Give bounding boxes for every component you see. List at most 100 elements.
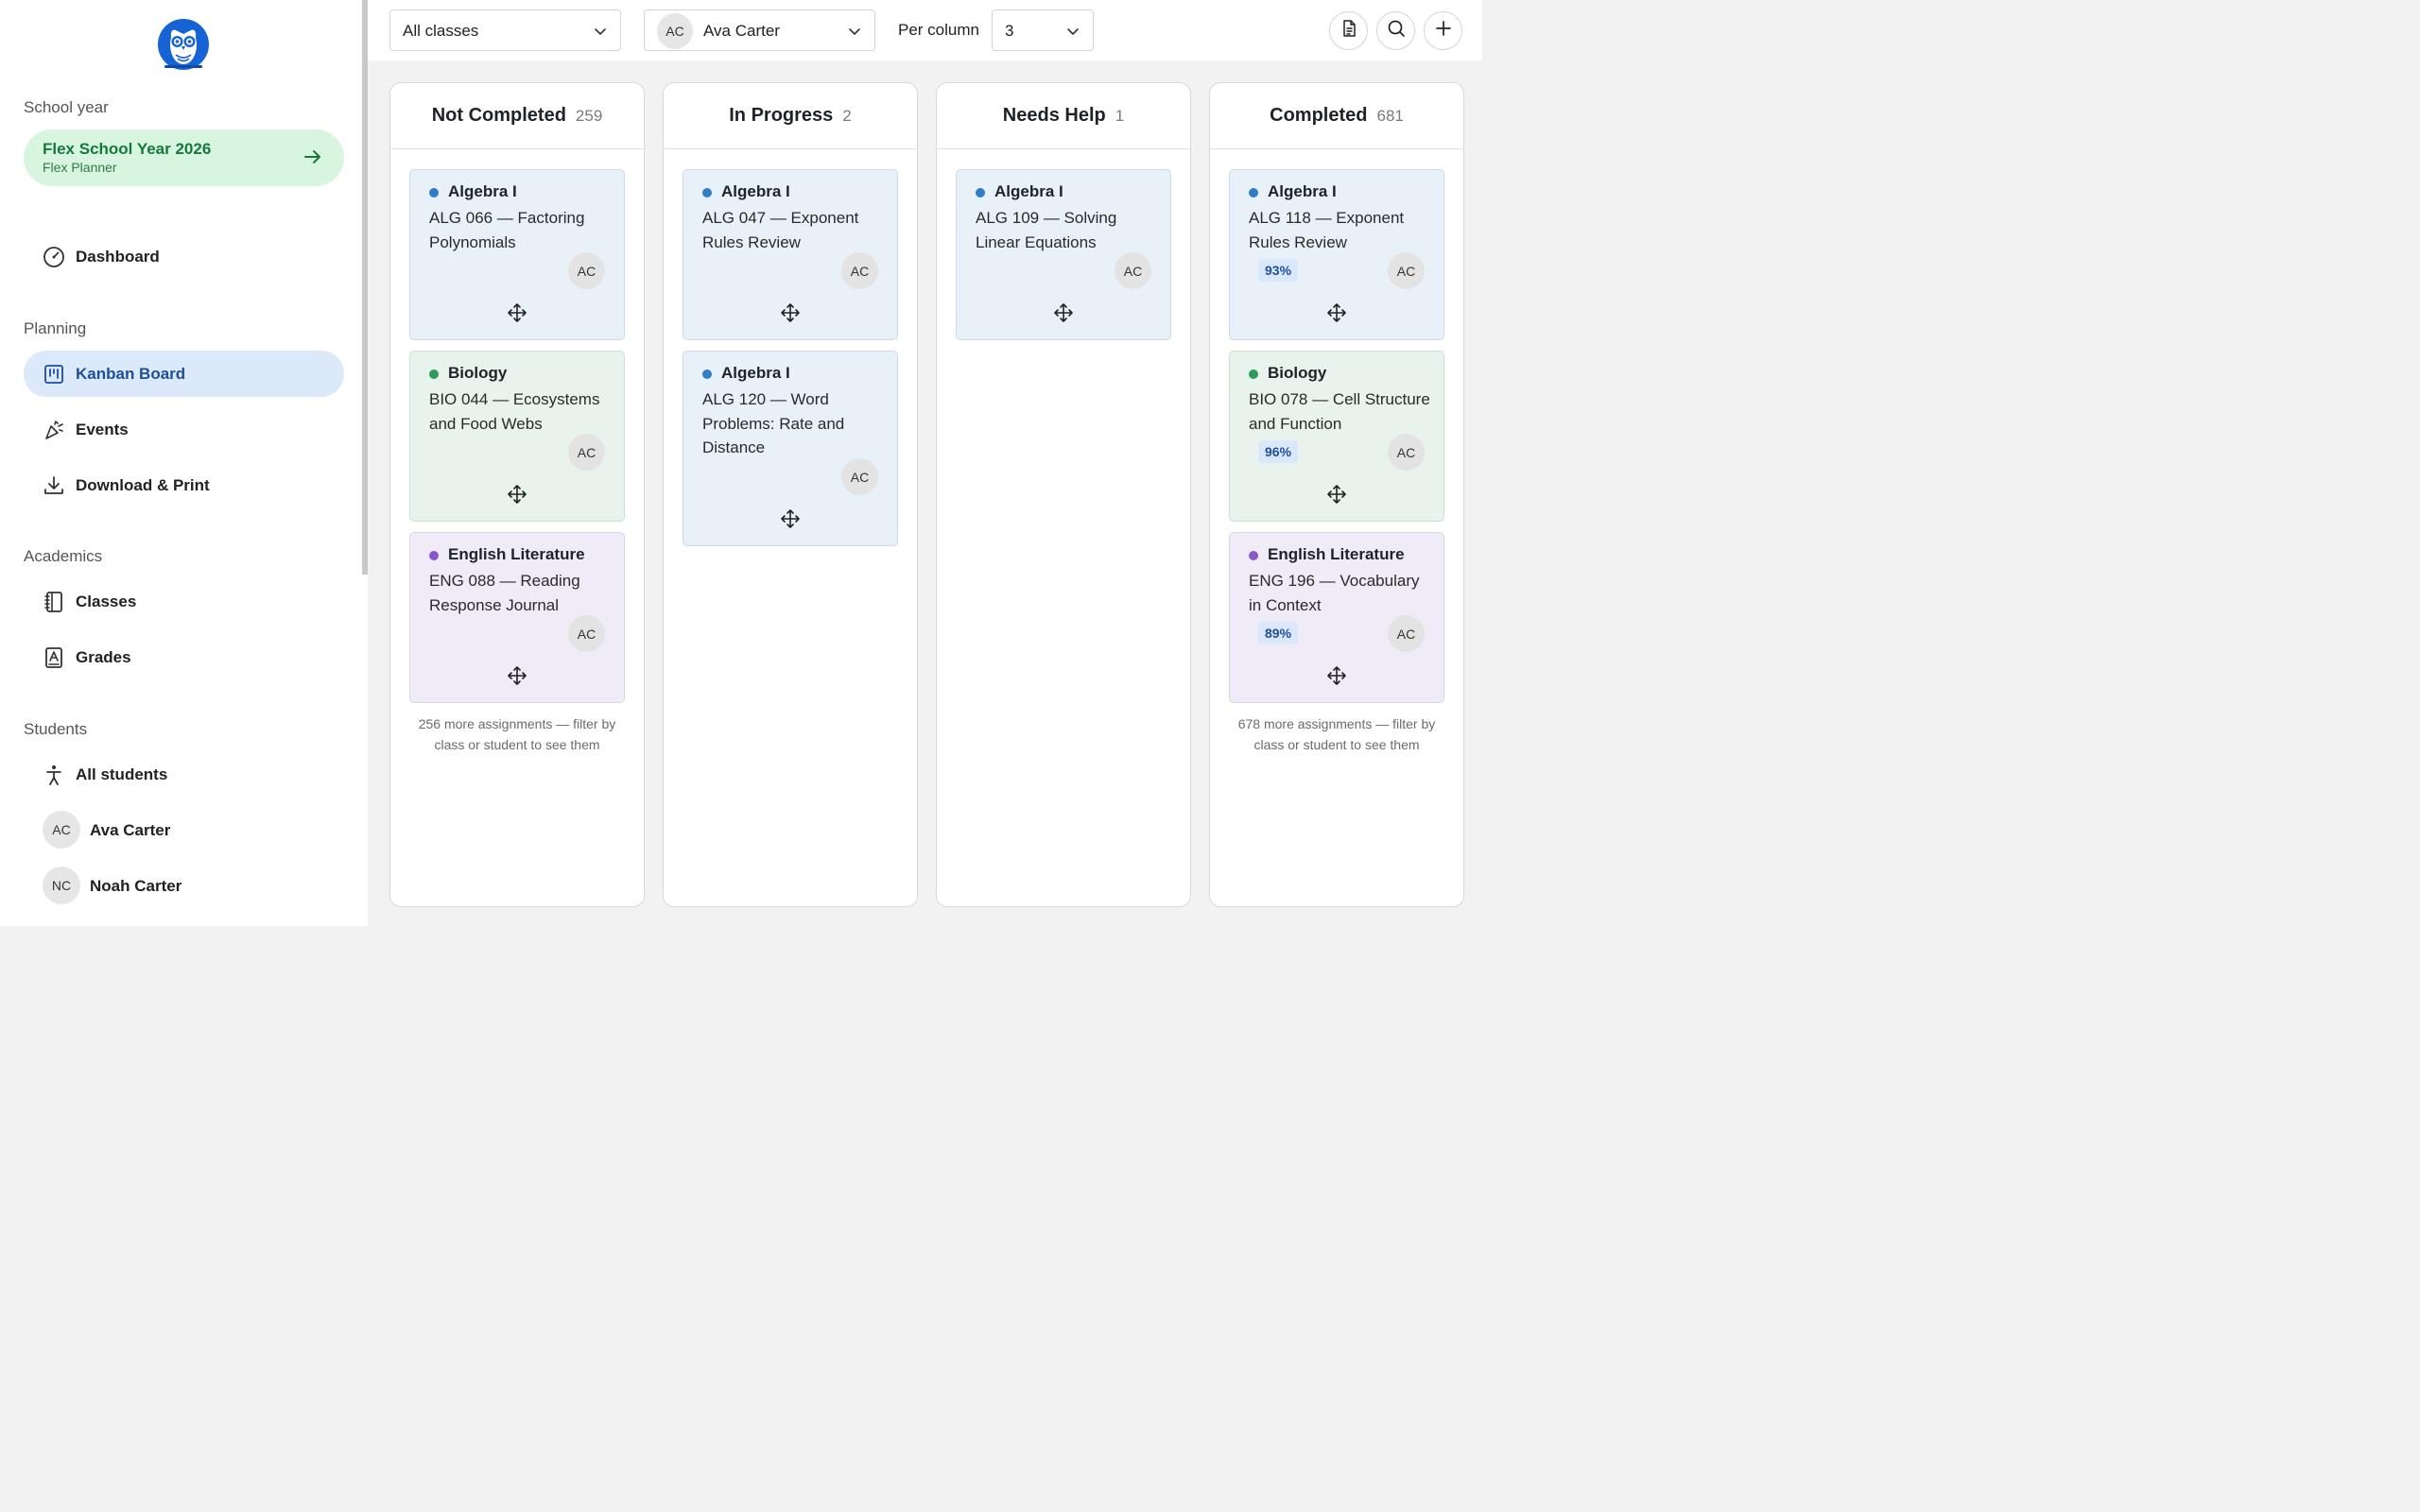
school-year-subtitle: Flex Planner [43, 160, 117, 175]
sidebar-item-label: Grades [76, 648, 131, 666]
column-completed: Completed 681 Algebra I ALG 118 — Expone… [1209, 82, 1464, 907]
chevron-down-icon [847, 24, 862, 39]
card-title: ENG 088 — Reading Response Journal [429, 572, 580, 614]
assignment-card[interactable]: Algebra I ALG 120 — Word Problems: Rate … [683, 351, 898, 546]
more-assignments-note: 678 more assignments — filter by class o… [1237, 716, 1436, 752]
move-icon[interactable] [1326, 302, 1347, 323]
column-needs-help: Needs Help 1 Algebra I ALG 109 — Solving… [936, 82, 1191, 907]
download-icon [43, 474, 65, 497]
assignment-card[interactable]: Biology BIO 044 — Ecosystems and Food We… [409, 351, 625, 522]
person-icon [43, 764, 65, 786]
class-color-dot [702, 369, 712, 379]
sidebar-item-all-students[interactable]: All students [24, 751, 344, 798]
school-year-card[interactable]: Flex School Year 2026 Flex Planner [24, 129, 344, 186]
class-color-dot [976, 188, 985, 198]
column-title: Completed [1270, 105, 1368, 126]
per-column-value: 3 [1005, 22, 1014, 40]
card-class: Algebra I [994, 182, 1063, 200]
avatar: NC [43, 867, 80, 904]
column-not-completed: Not Completed 259 Algebra I ALG 066 — Fa… [389, 82, 645, 907]
column-header: Completed 681 [1210, 83, 1463, 149]
assignment-card[interactable]: Algebra I ALG 047 — Exponent Rules Revie… [683, 169, 898, 340]
avatar: AC [657, 13, 693, 49]
student-name: Ava Carter [90, 821, 171, 839]
document-button[interactable] [1329, 11, 1368, 50]
column-title: In Progress [729, 105, 834, 126]
card-title: ALG 109 — Solving Linear Equations [976, 209, 1117, 251]
assignment-card[interactable]: Biology BIO 078 — Cell Structure and Fun… [1229, 351, 1444, 522]
move-icon[interactable] [1326, 665, 1347, 686]
sidebar-item-dashboard[interactable]: Dashboard [24, 233, 344, 280]
arrow-right-icon [302, 146, 323, 167]
card-title: ALG 047 — Exponent Rules Review [702, 209, 859, 251]
class-color-dot [429, 188, 439, 198]
card-class: Algebra I [721, 182, 790, 200]
assignment-card[interactable]: Algebra I ALG 066 — Factoring Polynomial… [409, 169, 625, 340]
search-icon [1387, 19, 1406, 43]
sidebar-item-grades[interactable]: Grades [24, 634, 344, 680]
column-title: Needs Help [1002, 105, 1106, 126]
avatar: AC [841, 252, 878, 289]
column-count: 2 [842, 106, 852, 125]
avatar: AC [568, 615, 605, 652]
card-title: ENG 196 — Vocabulary in Context [1249, 572, 1420, 614]
assignment-card[interactable]: Algebra I ALG 118 — Exponent Rules Revie… [1229, 169, 1444, 340]
per-column-select[interactable]: 3 [992, 9, 1094, 51]
move-icon[interactable] [507, 665, 527, 686]
sidebar-item-label: Dashboard [76, 248, 160, 266]
card-class: English Literature [448, 545, 585, 563]
column-header: Not Completed 259 [390, 83, 644, 149]
notebook-icon [43, 591, 65, 613]
search-button[interactable] [1376, 11, 1415, 50]
sidebar-student-ava[interactable]: AC Ava Carter [24, 807, 344, 853]
assignment-card[interactable]: English Literature ENG 196 — Vocabulary … [1229, 532, 1444, 703]
avatar: AC [1115, 252, 1151, 289]
column-header: Needs Help 1 [937, 83, 1190, 149]
grade-badge: 96% [1258, 440, 1299, 463]
column-count: 681 [1376, 106, 1404, 125]
party-popper-icon [43, 419, 65, 441]
column-title: Not Completed [431, 105, 566, 126]
avatar: AC [841, 458, 878, 495]
toolbar: All classes AC Ava Carter Per column 3 [368, 0, 1482, 60]
move-icon[interactable] [780, 302, 801, 323]
card-class: English Literature [1268, 545, 1405, 563]
sidebar-item-events[interactable]: Events [24, 406, 344, 453]
sidebar-scrollbar[interactable] [362, 0, 368, 575]
chevron-down-icon [593, 24, 608, 39]
card-class: Algebra I [1268, 182, 1337, 200]
move-icon[interactable] [507, 302, 527, 323]
column-count: 259 [575, 106, 603, 125]
card-class: Biology [448, 364, 508, 382]
kanban-icon [43, 363, 65, 386]
grade-book-icon [43, 646, 65, 669]
student-filter-value: Ava Carter [703, 22, 780, 40]
move-icon[interactable] [780, 508, 801, 529]
assignment-card[interactable]: English Literature ENG 088 — Reading Res… [409, 532, 625, 703]
move-icon[interactable] [1053, 302, 1074, 323]
student-filter-select[interactable]: AC Ava Carter [644, 9, 875, 51]
sidebar-item-kanban[interactable]: Kanban Board [24, 351, 344, 397]
card-title: BIO 044 — Ecosystems and Food Webs [429, 390, 600, 433]
column-header: In Progress 2 [664, 83, 917, 149]
card-class: Algebra I [721, 364, 790, 382]
class-color-dot [429, 369, 439, 379]
add-button[interactable] [1424, 11, 1462, 50]
owl-logo-icon[interactable] [157, 17, 210, 74]
class-color-dot [1249, 369, 1258, 379]
assignment-card[interactable]: Algebra I ALG 109 — Solving Linear Equat… [956, 169, 1171, 340]
move-icon[interactable] [507, 484, 527, 505]
move-icon[interactable] [1326, 484, 1347, 505]
class-filter-select[interactable]: All classes [389, 9, 621, 51]
per-column-label: Per column [898, 21, 979, 39]
student-name: Noah Carter [90, 877, 182, 895]
sidebar-item-download-print[interactable]: Download & Print [24, 462, 344, 508]
sidebar-item-label: Classes [76, 593, 137, 610]
column-count: 1 [1115, 106, 1125, 125]
plus-icon [1434, 19, 1453, 43]
sidebar-student-noah[interactable]: NC Noah Carter [24, 863, 344, 909]
avatar: AC [568, 434, 605, 471]
more-assignments-note: 256 more assignments — filter by class o… [418, 716, 616, 752]
school-year-title: Flex School Year 2026 [43, 140, 212, 158]
sidebar-item-classes[interactable]: Classes [24, 578, 344, 625]
